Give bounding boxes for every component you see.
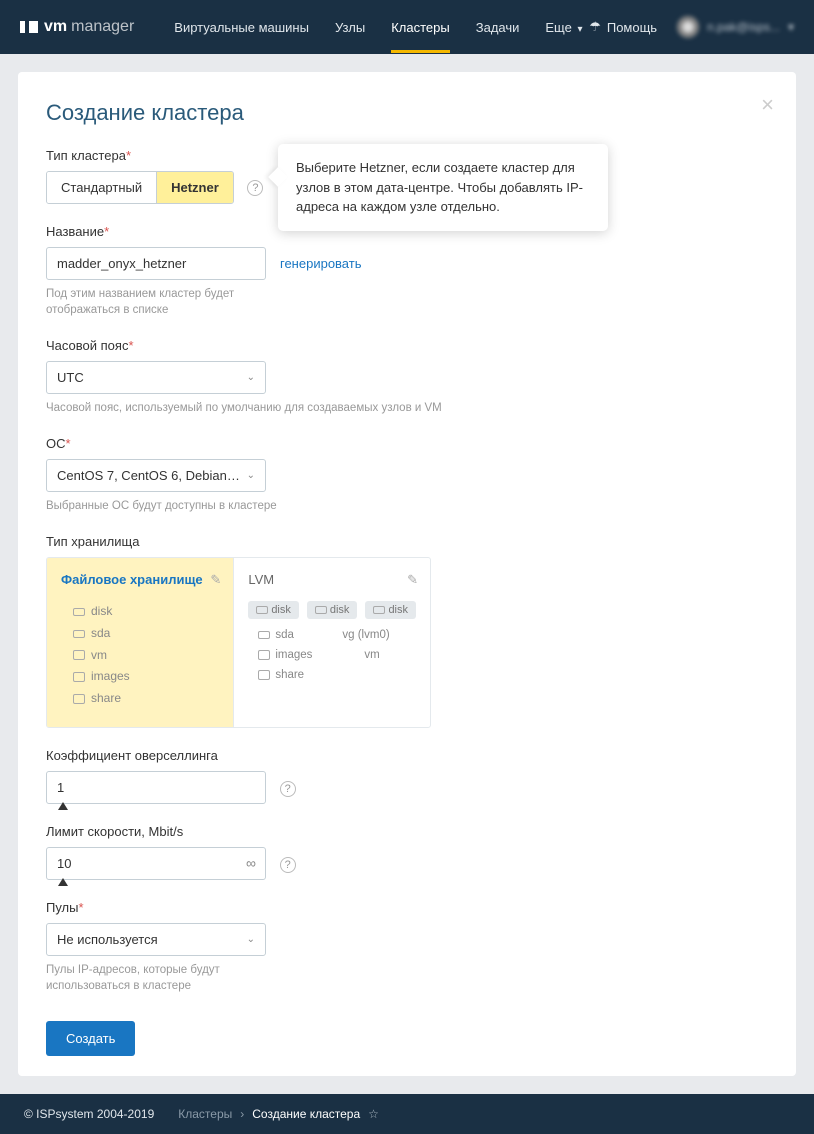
lvm-disks: disk disk disk <box>248 601 416 619</box>
logo[interactable]: vmmanager <box>20 18 134 36</box>
speed-label: Лимит скорости, Mbit/s <box>46 824 768 839</box>
folder-icon <box>73 694 85 704</box>
pencil-icon[interactable]: ✎ <box>407 572 418 588</box>
user-menu[interactable]: n.pak@isps... ▾ <box>677 16 794 38</box>
create-cluster-card: × Создание кластера Тип кластера* Станда… <box>18 72 796 1076</box>
lvm-disk-badge: disk <box>307 601 358 619</box>
pools-hint: Пулы IP-адресов, которые будут использов… <box>46 962 306 994</box>
marker-icon <box>58 802 68 810</box>
nav-more[interactable]: Еще ▾ <box>545 2 582 53</box>
os-label: OC* <box>46 436 768 451</box>
lvm-vg-label: vg (lvm0) <box>342 629 389 641</box>
pools-select[interactable]: Не используется ⌄ <box>46 923 266 956</box>
breadcrumb-parent[interactable]: Кластеры <box>178 1107 232 1121</box>
oversell-input[interactable] <box>46 771 266 804</box>
chevron-down-icon: ▾ <box>788 20 794 34</box>
lvm-disk-badge: disk <box>248 601 299 619</box>
help-link[interactable]: ☂ Помощь <box>589 19 657 35</box>
avatar <box>677 16 699 38</box>
lvm-vm-label: vm <box>364 649 379 661</box>
user-label: n.pak@isps... <box>707 20 780 34</box>
pools-group: Пулы* Не используется ⌄ Пулы IP-адресов,… <box>46 900 768 994</box>
chevron-down-icon: ⌄ <box>247 470 255 481</box>
umbrella-icon: ☂ <box>589 19 601 35</box>
nav-vms[interactable]: Виртуальные машины <box>174 2 309 53</box>
type-hetzner-button[interactable]: Hetzner <box>156 172 233 203</box>
timezone-label: Часовой пояс* <box>46 338 768 353</box>
logo-icon <box>20 21 38 33</box>
pencil-icon[interactable]: ✎ <box>210 572 221 588</box>
nav-tasks[interactable]: Задачи <box>476 2 520 53</box>
nav-nodes[interactable]: Узлы <box>335 2 365 53</box>
storage-file-title: Файловое хранилище <box>61 572 219 587</box>
breadcrumb-current: Создание кластера <box>252 1107 360 1121</box>
storage-lvm-title: LVM <box>248 572 416 587</box>
app-footer: © ISPsystem 2004-2019 Кластеры › Создани… <box>0 1094 814 1134</box>
oversell-group: Коэффициент оверселлинга ? <box>46 748 768 804</box>
copyright: © ISPsystem 2004-2019 <box>24 1107 154 1121</box>
folder-icon <box>73 672 85 682</box>
breadcrumb: Кластеры › Создание кластера ☆ <box>178 1107 379 1121</box>
lvm-disk-badge: disk <box>365 601 416 619</box>
storage-options: ✎ Файловое хранилище disk sda vm images … <box>46 557 431 728</box>
disk-icon <box>73 630 85 638</box>
timezone-select[interactable]: UTC ⌄ <box>46 361 266 394</box>
timezone-hint: Часовой пояс, используемый по умолчанию … <box>46 400 446 416</box>
logo-light: manager <box>71 18 134 36</box>
chevron-down-icon: ⌄ <box>247 372 255 383</box>
folder-icon <box>73 650 85 660</box>
page-title: Создание кластера <box>46 100 768 126</box>
storage-group: Тип хранилища ✎ Файловое хранилище disk … <box>46 534 768 728</box>
help-label: Помощь <box>607 20 657 35</box>
close-icon[interactable]: × <box>761 92 774 118</box>
os-group: OC* CentOS 7, CentOS 6, Debian 9, Debi..… <box>46 436 768 514</box>
app-header: vmmanager Виртуальные машины Узлы Класте… <box>0 0 814 54</box>
type-segmented: Стандартный Hetzner <box>46 171 234 204</box>
storage-file-card[interactable]: ✎ Файловое хранилище disk sda vm images … <box>47 558 233 727</box>
nav-more-label: Еще <box>545 20 571 35</box>
disk-icon <box>73 608 85 616</box>
name-hint: Под этим названием кластер будет отображ… <box>46 286 306 318</box>
name-input[interactable] <box>46 247 266 280</box>
star-icon[interactable]: ☆ <box>368 1107 379 1121</box>
disk-icon <box>373 606 385 614</box>
folder-icon <box>258 650 270 660</box>
name-group: Название* генерировать Под этим название… <box>46 224 768 318</box>
timezone-value: UTC <box>57 370 84 385</box>
type-standard-button[interactable]: Стандартный <box>47 172 156 203</box>
os-value: CentOS 7, CentOS 6, Debian 9, Debi... <box>57 468 242 483</box>
pools-label: Пулы* <box>46 900 768 915</box>
chevron-down-icon: ⌄ <box>247 934 255 945</box>
oversell-label: Коэффициент оверселлинга <box>46 748 768 763</box>
storage-file-tree: disk sda vm images share <box>61 601 219 709</box>
generate-link[interactable]: генерировать <box>280 256 361 271</box>
submit-button[interactable]: Создать <box>46 1021 135 1056</box>
lvm-layout: sda images share vg (lvm0) vm <box>248 629 416 681</box>
main-nav: Виртуальные машины Узлы Кластеры Задачи … <box>174 2 582 53</box>
nav-clusters[interactable]: Кластеры <box>391 2 450 53</box>
type-tooltip: Выберите Hetzner, если создаете кластер … <box>278 144 608 231</box>
speed-input[interactable] <box>46 847 266 880</box>
timezone-group: Часовой пояс* UTC ⌄ Часовой пояс, исполь… <box>46 338 768 416</box>
help-icon[interactable]: ? <box>280 781 296 797</box>
pools-value: Не используется <box>57 932 158 947</box>
marker-icon <box>58 878 68 886</box>
disk-icon <box>315 606 327 614</box>
os-select[interactable]: CentOS 7, CentOS 6, Debian 9, Debi... ⌄ <box>46 459 266 492</box>
folder-icon <box>258 670 270 680</box>
help-icon[interactable]: ? <box>247 180 263 196</box>
logo-bold: vm <box>44 18 67 36</box>
disk-icon <box>258 631 270 639</box>
speed-group: Лимит скорости, Mbit/s ∞ ? <box>46 824 768 880</box>
chevron-down-icon: ▾ <box>577 24 582 35</box>
header-right: ☂ Помощь n.pak@isps... ▾ <box>589 16 794 38</box>
disk-icon <box>256 606 268 614</box>
storage-lvm-card[interactable]: ✎ LVM disk disk disk sda images share vg… <box>233 558 430 727</box>
storage-label: Тип хранилища <box>46 534 768 549</box>
help-icon[interactable]: ? <box>280 857 296 873</box>
type-group: Тип кластера* Стандартный Hetzner ? Выбе… <box>46 148 768 204</box>
os-hint: Выбранные ОС будут доступны в кластере <box>46 498 306 514</box>
